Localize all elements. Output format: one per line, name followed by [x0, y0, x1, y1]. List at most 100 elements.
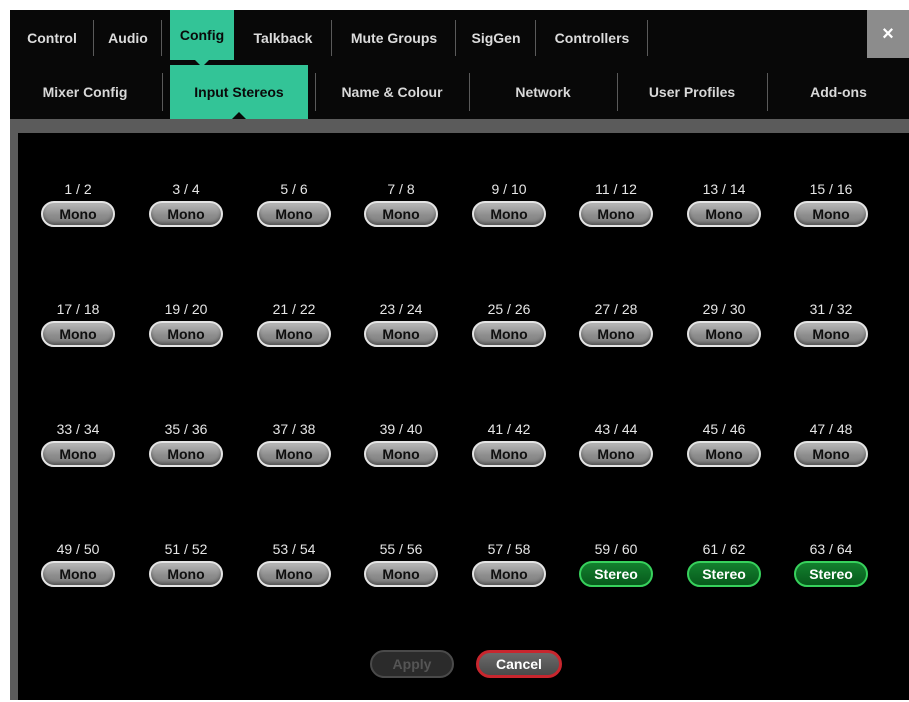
close-button[interactable]: ×: [867, 10, 909, 58]
stereo-mode-toggle[interactable]: Mono: [149, 201, 223, 227]
stereo-mode-toggle[interactable]: Mono: [149, 561, 223, 587]
stereo-mode-toggle[interactable]: Mono: [364, 441, 438, 467]
channel-pair: 49 / 50 Mono: [38, 541, 118, 593]
channel-pair: 31 / 32 Mono: [791, 301, 871, 353]
channel-pair-label: 23 / 24: [379, 301, 423, 317]
channel-pair-label: 41 / 42: [487, 421, 531, 437]
tab-label: Mute Groups: [350, 29, 438, 46]
channel-pair-label: 1 / 2: [64, 181, 92, 197]
channel-pair: 7 / 8 Mono: [361, 181, 441, 233]
stereo-mode-toggle[interactable]: Mono: [472, 561, 546, 587]
stereo-mode-toggle[interactable]: Mono: [149, 321, 223, 347]
stereo-mode-toggle[interactable]: Stereo: [687, 561, 761, 587]
channel-pair: 19 / 20 Mono: [146, 301, 226, 353]
stereo-mode-toggle[interactable]: Mono: [687, 201, 761, 227]
stereo-mode-toggle[interactable]: Mono: [41, 201, 115, 227]
channel-pair: 57 / 58 Mono: [469, 541, 549, 593]
apply-label: Apply: [392, 656, 432, 672]
channel-pair-label: 17 / 18: [56, 301, 100, 317]
tab-talkback[interactable]: Talkback: [234, 10, 332, 65]
top-tab-bar: Control Audio Config Talkback Mute Group…: [10, 10, 909, 67]
tab-config[interactable]: Config: [170, 10, 234, 67]
channel-pair-label: 19 / 20: [164, 301, 208, 317]
stereo-mode-toggle[interactable]: Mono: [579, 321, 653, 347]
stereo-mode-toggle[interactable]: Stereo: [579, 561, 653, 587]
cancel-button[interactable]: Cancel: [476, 650, 562, 678]
channel-pair-label: 33 / 34: [56, 421, 100, 437]
channel-pair-label: 47 / 48: [809, 421, 853, 437]
subtab-label: Add-ons: [810, 84, 867, 100]
channel-pair-label: 53 / 54: [272, 541, 316, 557]
subtab-label: Network: [515, 84, 571, 100]
tab-audio[interactable]: Audio: [94, 10, 162, 65]
channel-pair-label: 37 / 38: [272, 421, 316, 437]
channel-pair-label: 51 / 52: [164, 541, 208, 557]
stereo-mode-toggle[interactable]: Mono: [794, 441, 868, 467]
stereo-mode-toggle[interactable]: Mono: [472, 201, 546, 227]
channel-pair-label: 61 / 62: [702, 541, 746, 557]
channel-pair: 25 / 26 Mono: [469, 301, 549, 353]
channel-pair-label: 15 / 16: [809, 181, 853, 197]
channel-pair-label: 49 / 50: [56, 541, 100, 557]
channel-pair: 21 / 22 Mono: [254, 301, 334, 353]
subtab-user-profiles[interactable]: User Profiles: [618, 65, 766, 119]
tab-siggen[interactable]: SigGen: [456, 10, 536, 65]
channel-pair-label: 45 / 46: [702, 421, 746, 437]
tab-mute-groups[interactable]: Mute Groups: [332, 10, 456, 65]
stereo-mode-toggle[interactable]: Mono: [364, 561, 438, 587]
channel-pair: 27 / 28 Mono: [576, 301, 656, 353]
channel-pair: 3 / 4 Mono: [146, 181, 226, 233]
stereo-mode-toggle[interactable]: Mono: [794, 201, 868, 227]
channel-pair-label: 9 / 10: [491, 181, 527, 197]
channel-pair: 39 / 40 Mono: [361, 421, 441, 473]
stereo-mode-toggle[interactable]: Mono: [149, 441, 223, 467]
channel-pair: 59 / 60 Stereo: [576, 541, 656, 593]
stereo-mode-toggle[interactable]: Mono: [472, 441, 546, 467]
stereo-mode-toggle[interactable]: Mono: [257, 441, 331, 467]
channel-pair: 45 / 46 Mono: [684, 421, 764, 473]
cancel-label: Cancel: [496, 656, 542, 672]
channel-pair-label: 55 / 56: [379, 541, 423, 557]
subtab-label: Input Stereos: [194, 84, 284, 100]
tab-label: Talkback: [253, 29, 313, 46]
subtab-input-stereos[interactable]: Input Stereos: [170, 65, 308, 120]
channel-pair-label: 13 / 14: [702, 181, 746, 197]
channel-pair: 15 / 16 Mono: [791, 181, 871, 233]
close-icon: ×: [882, 22, 894, 45]
subtab-network[interactable]: Network: [470, 65, 616, 119]
subtab-add-ons[interactable]: Add-ons: [768, 65, 909, 119]
stereo-mode-toggle[interactable]: Mono: [41, 441, 115, 467]
channel-pair-label: 27 / 28: [594, 301, 638, 317]
channel-pair-label: 29 / 30: [702, 301, 746, 317]
stereo-mode-toggle[interactable]: Mono: [687, 321, 761, 347]
stereo-mode-toggle[interactable]: Mono: [579, 201, 653, 227]
stereo-mode-toggle[interactable]: Mono: [579, 441, 653, 467]
stereo-mode-toggle[interactable]: Mono: [257, 561, 331, 587]
subtab-mixer-config[interactable]: Mixer Config: [10, 65, 160, 119]
stereo-mode-toggle[interactable]: Mono: [364, 321, 438, 347]
channel-pair-label: 5 / 6: [280, 181, 308, 197]
channel-pair-label: 21 / 22: [272, 301, 316, 317]
channel-pair: 41 / 42 Mono: [469, 421, 549, 473]
stereo-mode-toggle[interactable]: Mono: [257, 201, 331, 227]
channel-pair: 13 / 14 Mono: [684, 181, 764, 233]
stereo-mode-toggle[interactable]: Mono: [472, 321, 546, 347]
tab-control[interactable]: Control: [10, 10, 94, 65]
top-tabs: Control Audio Config Talkback Mute Group…: [10, 10, 648, 67]
stereo-mode-toggle[interactable]: Mono: [687, 441, 761, 467]
stereo-mode-toggle[interactable]: Mono: [41, 561, 115, 587]
stereo-mode-toggle[interactable]: Stereo: [794, 561, 868, 587]
channel-pair: 35 / 36 Mono: [146, 421, 226, 473]
stereo-mode-toggle[interactable]: Mono: [41, 321, 115, 347]
channel-pair-label: 39 / 40: [379, 421, 423, 437]
channel-pair: 5 / 6 Mono: [254, 181, 334, 233]
stereo-mode-toggle[interactable]: Mono: [364, 201, 438, 227]
tab-label: Audio: [108, 29, 148, 46]
stereo-mode-toggle[interactable]: Mono: [257, 321, 331, 347]
tab-controllers[interactable]: Controllers: [536, 10, 648, 65]
tab-label: Controllers: [554, 29, 630, 46]
stereo-mode-toggle[interactable]: Mono: [794, 321, 868, 347]
subtab-name-colour[interactable]: Name & Colour: [316, 65, 468, 119]
subtab-label: Name & Colour: [341, 84, 443, 100]
apply-button[interactable]: Apply: [370, 650, 454, 678]
